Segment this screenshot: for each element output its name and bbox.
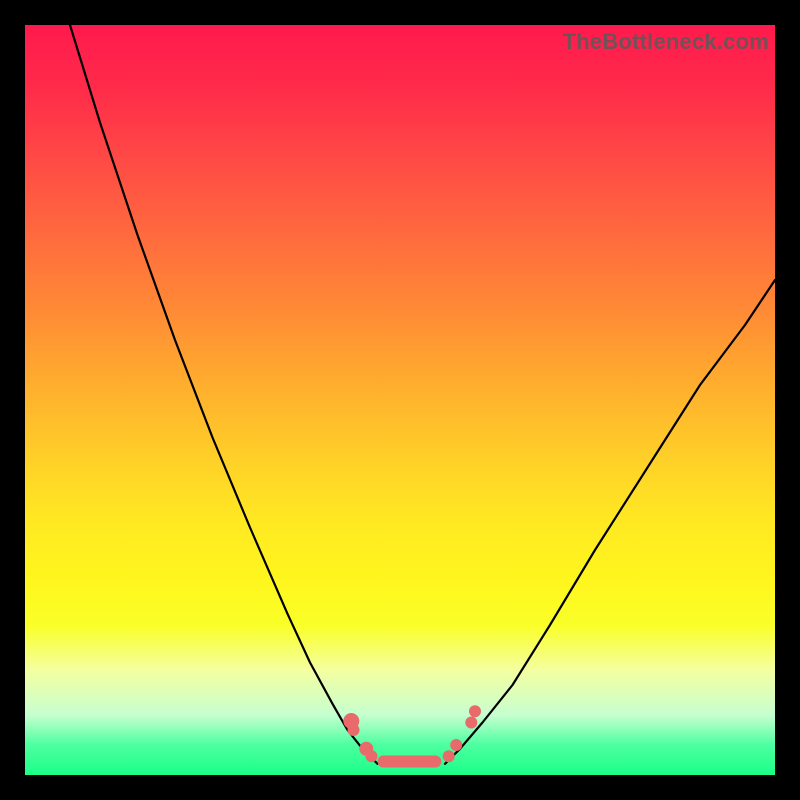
valley-markers [343,705,481,767]
valley-dot [348,724,360,736]
valley-dot [366,750,378,762]
valley-dot [443,750,455,762]
left-curve [70,25,378,764]
chart-svg [25,25,775,775]
plot-area: TheBottleneck.com [25,25,775,775]
chart-frame: TheBottleneck.com [0,0,800,800]
right-curve [445,280,775,764]
valley-dot [469,705,481,717]
valley-bar [378,756,442,768]
valley-dot [450,739,462,751]
valley-dot [465,717,477,729]
